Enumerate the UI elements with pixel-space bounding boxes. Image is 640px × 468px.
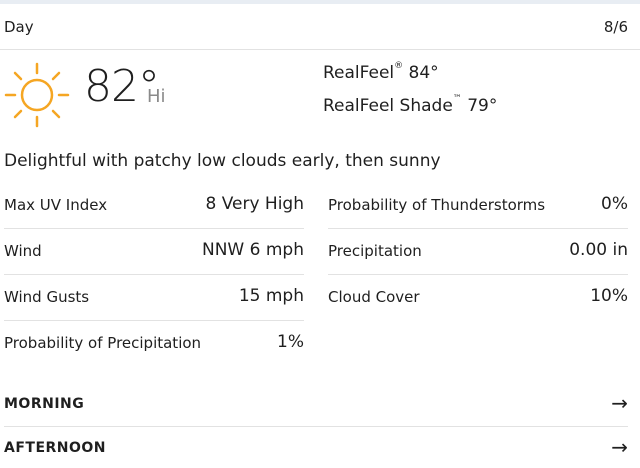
day-header: Day 8/6 <box>0 4 640 50</box>
detail-label: Precipitation <box>328 242 422 260</box>
detail-label: Probability of Thunderstorms <box>328 196 546 214</box>
detail-row: Cloud Cover 10% <box>328 276 628 321</box>
detail-value: 10% <box>590 286 628 306</box>
detail-row: Precipitation 0.00 in <box>328 230 628 275</box>
detail-value: 1% <box>277 332 304 352</box>
section-label: AFTERNOON <box>4 440 107 456</box>
realfeel: RealFeel® 84° <box>323 61 439 83</box>
realfeel-mark: ® <box>394 61 404 72</box>
section-morning[interactable]: MORNING → <box>4 383 628 427</box>
detail-row: Max UV Index 8 Very High <box>4 184 304 229</box>
detail-label: Wind Gusts <box>4 288 90 306</box>
detail-label: Max UV Index <box>4 196 108 214</box>
detail-value: 0.00 in <box>569 240 628 260</box>
detail-label: Wind <box>4 242 42 260</box>
detail-value: 8 Very High <box>205 194 304 214</box>
detail-row: Probability of Thunderstorms 0% <box>328 184 628 229</box>
detail-value: 0% <box>601 194 628 214</box>
detail-label: Probability of Precipitation <box>4 334 202 352</box>
hi-label: Hi <box>147 86 166 107</box>
detail-row: Wind Gusts 15 mph <box>4 276 304 321</box>
realfeel-shade: RealFeel Shade™ 79° <box>323 94 498 116</box>
detail-row: Wind NNW 6 mph <box>4 230 304 275</box>
arrow-right-icon[interactable]: → <box>611 435 628 459</box>
realfeel-shade-mark: ™ <box>452 94 462 105</box>
section-afternoon[interactable]: AFTERNOON → <box>4 427 628 468</box>
section-label: MORNING <box>4 396 85 412</box>
forecast-phrase: Delightful with patchy low clouds early,… <box>4 151 441 171</box>
day-date: 8/6 <box>603 18 628 36</box>
detail-row: Probability of Precipitation 1% <box>4 322 304 367</box>
realfeel-shade-value: 79° <box>467 96 498 116</box>
day-title: Day <box>4 18 34 36</box>
detail-label: Cloud Cover <box>328 288 420 306</box>
realfeel-label: RealFeel <box>323 63 395 83</box>
realfeel-shade-label: RealFeel Shade <box>323 96 453 116</box>
arrow-right-icon[interactable]: → <box>611 391 628 415</box>
detail-value: 15 mph <box>238 286 304 306</box>
sun-icon <box>4 62 70 128</box>
realfeel-value: 84° <box>408 63 439 83</box>
detail-value: NNW 6 mph <box>202 240 304 260</box>
